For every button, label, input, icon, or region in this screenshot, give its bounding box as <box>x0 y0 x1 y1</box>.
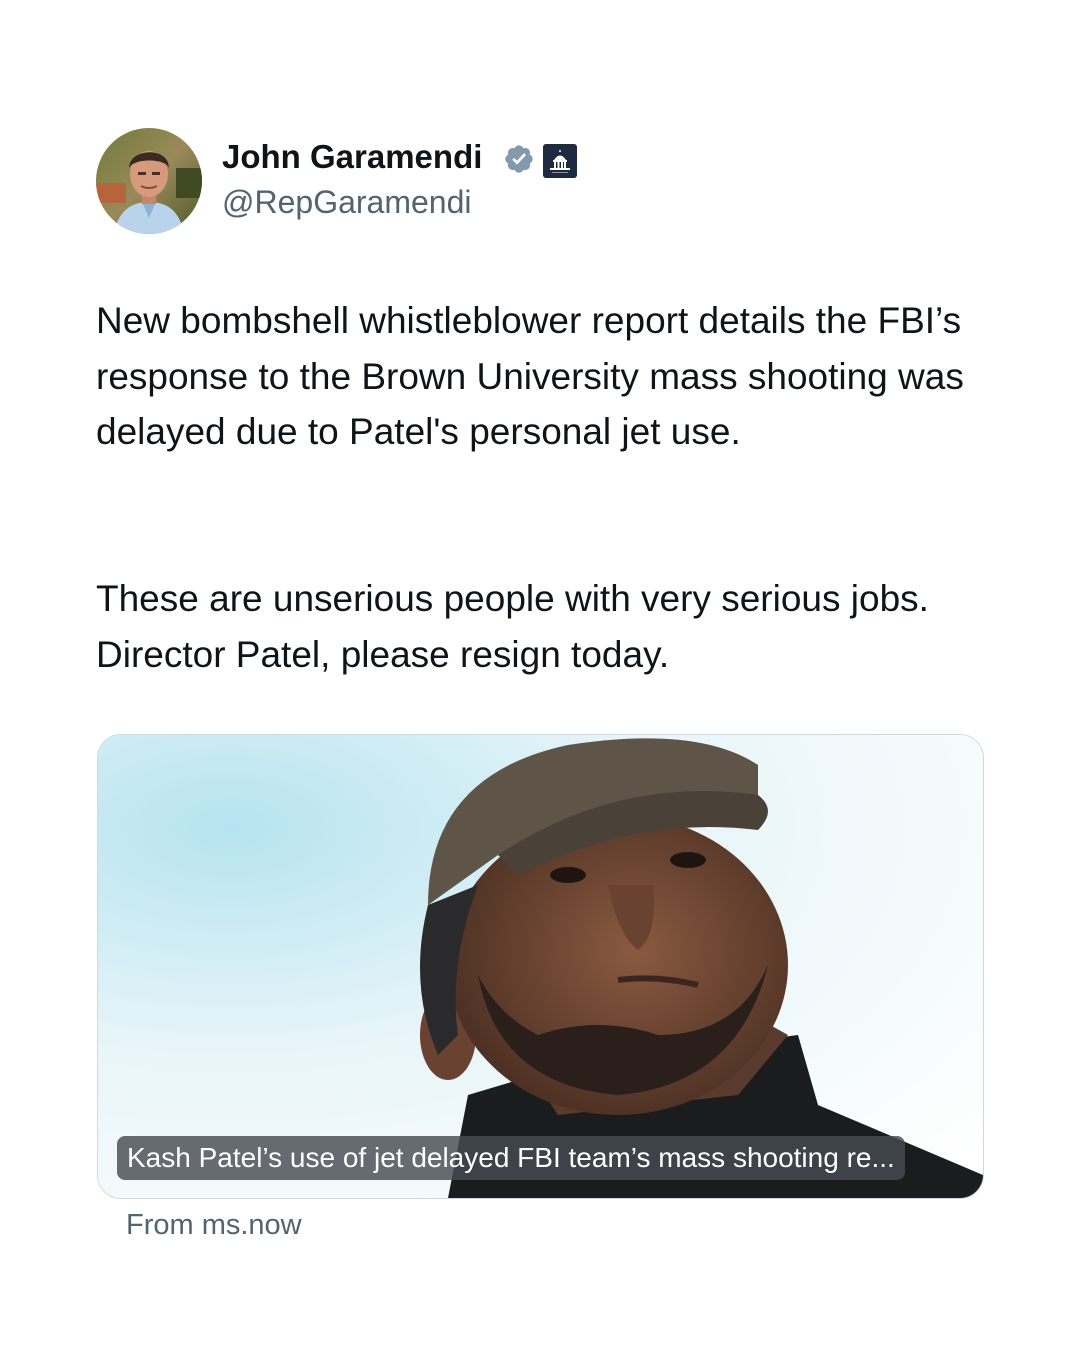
tweet: John Garamendi @RepGaramendi New bombshe… <box>0 0 1080 1350</box>
author-handle[interactable]: @RepGaramendi <box>222 184 471 221</box>
link-card-caption[interactable]: Kash Patel’s use of jet delayed FBI team… <box>117 1136 905 1180</box>
author-name[interactable]: John Garamendi <box>222 138 482 176</box>
link-preview-card[interactable]: Kash Patel’s use of jet delayed FBI team… <box>97 734 984 1199</box>
avatar[interactable] <box>96 128 202 234</box>
tweet-text-paragraph: New bombshell whistleblower report detai… <box>96 300 964 452</box>
us-capitol-icon <box>542 143 578 179</box>
article-photo <box>98 735 983 1198</box>
tweet-text-paragraph: These are unserious people with very ser… <box>96 578 929 675</box>
verified-badge-icon <box>503 143 535 175</box>
link-source[interactable]: From ms.now <box>126 1209 302 1242</box>
